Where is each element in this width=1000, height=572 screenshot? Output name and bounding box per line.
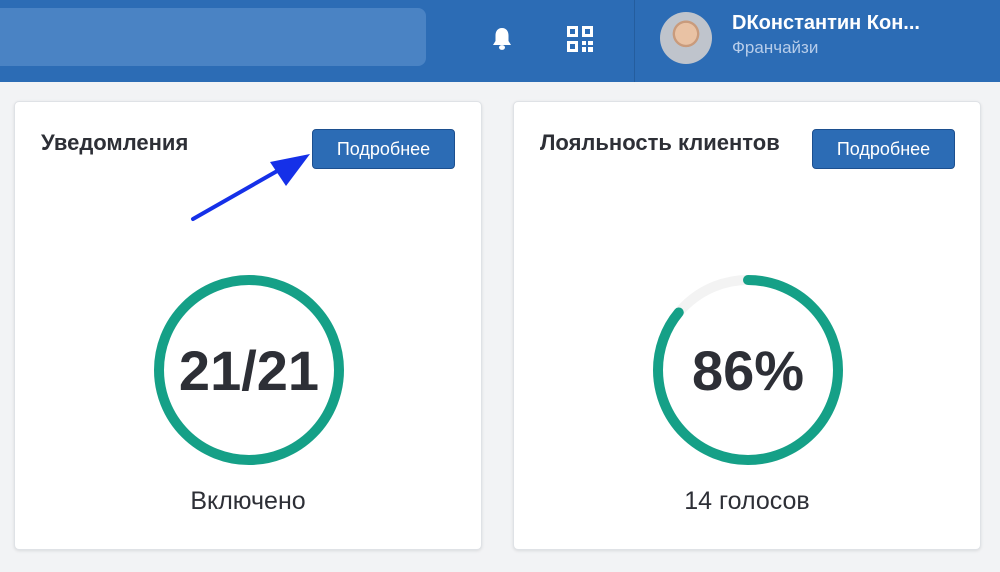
progress-caption: 14 голосов [684,487,810,515]
progress-value: 86% [691,339,805,402]
user-profile[interactable]: DКонстантин Кон... Франчайзи [660,10,1000,66]
bell-icon [493,28,511,50]
card-title: Лояльность клиентов [540,130,780,155]
search-input[interactable] [0,8,426,66]
loyalty-card: Лояльность клиентов Подробнее 86% 14 гол… [513,101,981,550]
avatar [660,12,712,64]
details-button[interactable]: Подробнее [812,129,955,169]
progress-value: 21/21 [178,339,320,402]
user-role: Франчайзи [732,38,819,57]
notifications-button[interactable] [486,22,518,56]
qr-code-icon [567,26,593,52]
user-name: DКонстантин Кон... [732,12,920,34]
header-divider [634,0,635,82]
qr-code-button[interactable] [564,22,596,56]
annotation-arrow-icon [191,154,310,221]
card-title: Уведомления [41,130,189,155]
details-button[interactable]: Подробнее [312,129,455,169]
top-bar: DКонстантин Кон... Франчайзи [0,0,1000,82]
progress-caption: Включено [190,487,306,515]
